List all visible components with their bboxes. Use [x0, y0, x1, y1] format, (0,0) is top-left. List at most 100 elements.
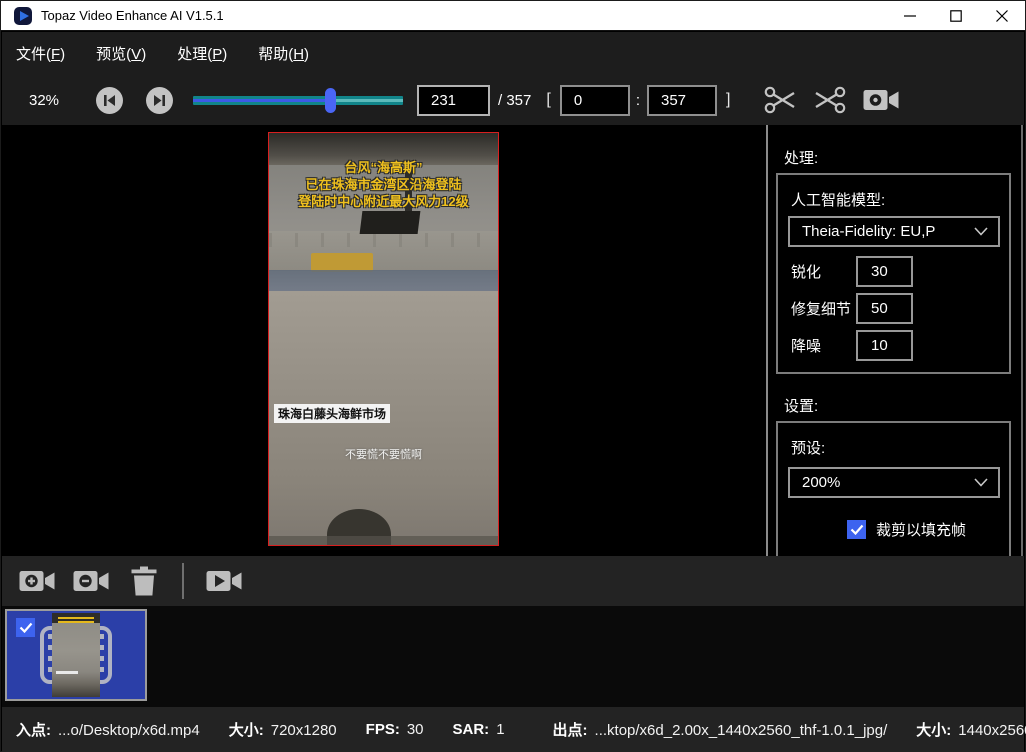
crop-to-fill-checkbox[interactable] [847, 520, 866, 539]
preset-value: 200% [802, 474, 974, 491]
minimize-icon [904, 10, 916, 22]
maximize-button[interactable] [933, 1, 979, 30]
chevron-down-icon [974, 227, 988, 236]
chevron-down-icon [974, 478, 988, 487]
slider-handle[interactable] [325, 88, 336, 113]
slider-progress [193, 99, 330, 102]
thumbnail-checkbox[interactable] [16, 618, 35, 637]
skip-end-button[interactable] [146, 87, 173, 114]
status-output-size: 大小:1440x2560 [916, 719, 1026, 740]
revert-detail-row: 修复细节 [791, 293, 913, 324]
process-video-button[interactable] [206, 568, 242, 594]
trash-icon [130, 566, 158, 596]
status-bar: 入点:...o/Desktop/x6d.mp4 大小:720x1280 FPS:… [2, 707, 1024, 752]
close-icon [996, 10, 1008, 22]
range-separator: : [636, 92, 640, 109]
preset-groupbox: 预设: 200% 裁剪以填充帧 [776, 421, 1011, 556]
toolbar-separator [182, 563, 184, 599]
range-bracket-close: ] [726, 91, 730, 109]
add-video-icon [19, 568, 55, 594]
range-end-input[interactable] [647, 85, 717, 116]
preview-subtitle: 不要慌不要慌啊 [269, 446, 498, 462]
add-video-button[interactable] [19, 568, 55, 594]
preset-label: 预设: [791, 437, 825, 458]
menu-bar: 文件(F) 预览(V) 处理(P) 帮助(H) [2, 32, 1024, 75]
preset-select[interactable]: 200% [788, 467, 1000, 498]
sharpen-input[interactable] [856, 256, 913, 287]
crop-to-fill-label: 裁剪以填充帧 [876, 519, 966, 540]
app-logo-icon [14, 7, 32, 25]
current-frame-input[interactable] [417, 85, 490, 116]
close-button[interactable] [979, 1, 1025, 30]
status-input-size: 大小:720x1280 [229, 719, 337, 740]
splice-button[interactable] [813, 84, 847, 116]
window-controls [887, 1, 1025, 30]
skip-end-icon [146, 87, 173, 114]
video-thumbnail[interactable] [5, 609, 147, 701]
sharpen-label: 锐化 [791, 261, 856, 282]
sharpen-row: 锐化 [791, 256, 913, 287]
thumbnail-frame [52, 613, 100, 697]
checkmark-icon [19, 622, 33, 633]
preview-bridge-arches [269, 233, 498, 247]
ai-model-value: Theia-Fidelity: EU,P [802, 223, 974, 240]
status-input-path: 入点:...o/Desktop/x6d.mp4 [16, 719, 200, 740]
slider-remaining [330, 99, 404, 102]
playback-toolbar: 32% / 357 [ : ] [2, 75, 1024, 125]
preview-speaker-box [360, 211, 421, 234]
revert-detail-input[interactable] [856, 293, 913, 324]
ai-model-label: 人工智能模型: [791, 189, 885, 210]
settings-section-title: 设置: [784, 395, 818, 416]
panel-splitter [766, 125, 768, 556]
preview-toggle-button[interactable] [863, 87, 899, 113]
preview-bottom-edge [269, 536, 498, 545]
preview-overlay-caption: 台风“海高斯” 已在珠海市金湾区沿海登陆 登陆时中心附近最大风力12级 [269, 159, 498, 210]
overlay-line-2: 已在珠海市金湾区沿海登陆 [269, 176, 498, 193]
main-area: 台风“海高斯” 已在珠海市金湾区沿海登陆 登陆时中心附近最大风力12级 珠海白藤… [2, 125, 1024, 556]
menu-item-process[interactable]: 处理(P) [177, 43, 227, 64]
crop-to-fill-row: 裁剪以填充帧 [847, 519, 966, 540]
splice-scissors-icon [813, 84, 847, 116]
overlay-line-1: 台风“海高斯” [269, 159, 498, 176]
status-fps: FPS:30 [366, 721, 424, 738]
processing-section-title: 处理: [784, 147, 818, 168]
preview-camera-eye-icon [863, 87, 899, 113]
range-bracket-open: [ [546, 91, 550, 109]
range-start-input[interactable] [560, 85, 630, 116]
process-video-icon [206, 568, 242, 594]
status-sar: SAR:1 [453, 721, 505, 738]
preview-location-label: 珠海白藤头海鲜市场 [274, 404, 390, 423]
frame-slider[interactable] [193, 87, 403, 114]
panel-right-edge [1021, 125, 1023, 556]
denoise-input[interactable] [856, 330, 913, 361]
menu-item-file[interactable]: 文件(F) [16, 43, 65, 64]
menu-item-preview[interactable]: 预览(V) [96, 43, 146, 64]
app-window: Topaz Video Enhance AI V1.5.1 文件(F) 预览(V… [0, 0, 1026, 752]
status-output-path: 出点:...ktop/x6d_2.00x_1440x2560_thf-1.0.1… [553, 719, 888, 740]
trim-cut-button[interactable] [763, 84, 797, 116]
cut-scissors-icon [763, 84, 797, 116]
delete-video-button[interactable] [130, 566, 158, 596]
total-frames-label: / 357 [498, 92, 531, 109]
thumbnail-strip [2, 606, 1024, 707]
maximize-icon [950, 10, 962, 22]
revert-detail-label: 修复细节 [791, 298, 856, 319]
model-groupbox: 人工智能模型: Theia-Fidelity: EU,P 锐化 修复细节 降噪 [776, 173, 1011, 374]
menu-item-help[interactable]: 帮助(H) [258, 43, 309, 64]
checkmark-icon [850, 524, 864, 535]
zoom-level-label: 32% [29, 92, 62, 109]
denoise-label: 降噪 [791, 335, 856, 356]
remove-video-button[interactable] [73, 568, 109, 594]
ai-model-select[interactable]: Theia-Fidelity: EU,P [788, 216, 1000, 247]
video-preview[interactable]: 台风“海高斯” 已在珠海市金湾区沿海登陆 登陆时中心附近最大风力12级 珠海白藤… [268, 132, 499, 546]
skip-start-icon [96, 87, 123, 114]
remove-video-icon [73, 568, 109, 594]
overlay-line-3: 登陆时中心附近最大风力12级 [269, 193, 498, 210]
batch-toolbar [2, 556, 1024, 606]
title-bar: Topaz Video Enhance AI V1.5.1 [1, 1, 1025, 31]
window-title: Topaz Video Enhance AI V1.5.1 [41, 8, 224, 23]
skip-start-button[interactable] [96, 87, 123, 114]
minimize-button[interactable] [887, 1, 933, 30]
denoise-row: 降噪 [791, 330, 913, 361]
preview-wall [269, 270, 498, 291]
